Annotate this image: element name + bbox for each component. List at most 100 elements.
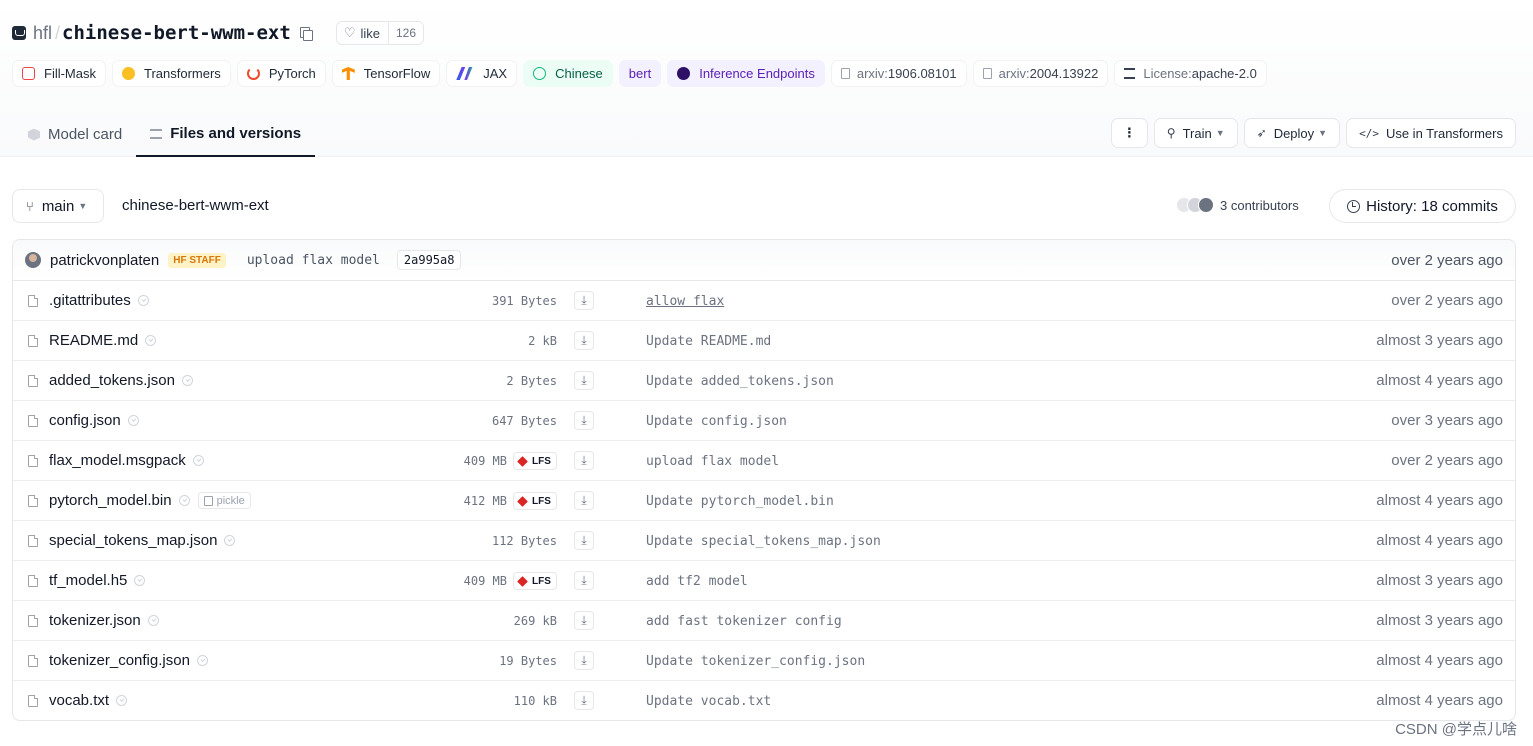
tag-arxiv-2[interactable]: arxiv: 2004.13922 xyxy=(972,60,1109,87)
safe-check-icon[interactable] xyxy=(224,535,236,546)
download-icon[interactable]: ⤓ xyxy=(574,331,594,350)
file-name[interactable]: added_tokens.json xyxy=(49,372,175,389)
copy-icon[interactable] xyxy=(299,26,313,41)
safe-check-icon[interactable] xyxy=(134,575,146,586)
file-commit-message[interactable]: add tf2 model xyxy=(646,574,748,589)
tag-arxiv-1[interactable]: arxiv: 1906.08101 xyxy=(830,60,967,87)
train-button[interactable]: ⚲ Train ▼ xyxy=(1153,118,1238,148)
cube-icon xyxy=(28,128,40,141)
file-name[interactable]: tokenizer_config.json xyxy=(49,652,190,669)
file-name[interactable]: pytorch_model.bin xyxy=(49,492,172,509)
file-row: tokenizer_config.json 19 Bytes ⤓ Update tok… xyxy=(13,641,1515,681)
like-count[interactable]: 126 xyxy=(387,22,424,44)
bank-icon xyxy=(1124,68,1136,79)
safe-check-icon[interactable] xyxy=(181,375,193,386)
download-icon[interactable]: ⤓ xyxy=(574,611,594,630)
tag-transformers[interactable]: Transformers xyxy=(112,60,231,87)
repo-name[interactable]: chinese-bert-wwm-ext xyxy=(62,22,291,44)
branch-selector[interactable]: ⑂ main ▼ xyxy=(12,189,104,223)
tag-jax[interactable]: JAX xyxy=(446,60,518,87)
file-name-wrap: tf_model.h5 xyxy=(49,572,146,589)
file-name[interactable]: config.json xyxy=(49,412,121,429)
safe-check-icon[interactable] xyxy=(178,495,190,506)
file-name[interactable]: flax_model.msgpack xyxy=(49,452,186,469)
fill-mask-icon xyxy=(22,67,35,80)
history-button[interactable]: History: 18 commits xyxy=(1329,189,1516,223)
file-name[interactable]: tf_model.h5 xyxy=(49,572,127,589)
commit-author[interactable]: patrickvonplaten xyxy=(50,252,159,269)
tag-fill-mask[interactable]: Fill-Mask xyxy=(12,60,106,87)
file-commit-message[interactable]: Update tokenizer_config.json xyxy=(646,654,865,669)
more-options-button[interactable]: ⋮ xyxy=(1110,118,1148,148)
download-icon[interactable]: ⤓ xyxy=(574,571,594,590)
safe-check-icon[interactable] xyxy=(147,615,159,626)
safe-check-icon[interactable] xyxy=(145,335,157,346)
repo-tabs: Model card Files and versions xyxy=(14,112,316,157)
tag-pytorch[interactable]: PyTorch xyxy=(236,60,326,87)
file-name[interactable]: vocab.txt xyxy=(49,692,109,709)
file-row: config.json 647 Bytes ⤓ Update config.json o… xyxy=(13,401,1515,441)
download-icon[interactable]: ⤓ xyxy=(574,451,594,470)
tag-tensorflow[interactable]: TensorFlow xyxy=(331,60,441,87)
paper-icon xyxy=(982,68,992,79)
contributor-avatars xyxy=(1176,197,1214,213)
watermark: CSDN @学点儿啥 xyxy=(1395,721,1517,738)
breadcrumb[interactable]: chinese-bert-wwm-ext xyxy=(122,197,269,214)
file-date: almost 4 years ago xyxy=(1376,492,1503,509)
download-icon[interactable]: ⤓ xyxy=(574,291,594,310)
safe-check-icon[interactable] xyxy=(192,455,204,466)
file-name[interactable]: README.md xyxy=(49,332,138,349)
download-icon[interactable]: ⤓ xyxy=(574,491,594,510)
download-icon[interactable]: ⤓ xyxy=(574,411,594,430)
tag-bert[interactable]: bert xyxy=(618,60,662,87)
tag-chinese[interactable]: Chinese xyxy=(523,60,613,87)
repo-owner[interactable]: hfl xyxy=(33,23,52,44)
commit-hash[interactable]: 2a995a8 xyxy=(396,250,462,270)
tag-inference-endpoints[interactable]: Inference Endpoints xyxy=(667,60,825,87)
file-commit-message[interactable]: Update special_tokens_map.json xyxy=(646,534,881,549)
file-commit-message[interactable]: upload flax model xyxy=(646,454,779,469)
file-icon xyxy=(28,375,38,387)
inference-icon xyxy=(677,67,691,80)
file-commit-message[interactable]: Update pytorch_model.bin xyxy=(646,494,834,509)
tab-files-and-versions[interactable]: Files and versions xyxy=(136,112,316,157)
commit-message[interactable]: upload flax model xyxy=(247,253,380,268)
tab-label: Model card xyxy=(48,126,123,143)
file-name[interactable]: special_tokens_map.json xyxy=(49,532,217,549)
contributors[interactable]: 3 contributors xyxy=(1176,197,1299,213)
file-commit-message[interactable]: Update vocab.txt xyxy=(646,694,771,709)
like-label-wrap[interactable]: ♡ like xyxy=(337,22,388,44)
avatar[interactable] xyxy=(25,252,41,268)
file-name[interactable]: tokenizer.json xyxy=(49,612,141,629)
file-commit-message[interactable]: Update added_tokens.json xyxy=(646,374,834,389)
file-name[interactable]: .gitattributes xyxy=(49,292,131,309)
file-commit-message[interactable]: Update README.md xyxy=(646,334,771,349)
file-commit-message[interactable]: allow flax xyxy=(646,294,724,309)
use-in-transformers-button[interactable]: </> Use in Transformers xyxy=(1346,118,1516,148)
download-icon[interactable]: ⤓ xyxy=(574,531,594,550)
organization-avatar-icon[interactable] xyxy=(12,26,26,40)
safe-check-icon[interactable] xyxy=(196,655,208,666)
file-name-wrap: .gitattributes xyxy=(49,292,149,309)
file-size: 110 kB xyxy=(513,694,557,708)
rocket-icon: ➶ xyxy=(1256,126,1267,140)
download-icon[interactable]: ⤓ xyxy=(574,651,594,670)
safe-check-icon[interactable] xyxy=(137,295,149,306)
file-commit-message[interactable]: add fast tokenizer config xyxy=(646,614,842,629)
lfs-badge[interactable]: LFS xyxy=(513,492,557,510)
lfs-badge[interactable]: LFS xyxy=(513,572,557,590)
file-date: over 2 years ago xyxy=(1391,292,1503,309)
deploy-button[interactable]: ➶ Deploy ▼ xyxy=(1243,118,1341,148)
download-icon[interactable]: ⤓ xyxy=(574,691,594,710)
safe-check-icon[interactable] xyxy=(127,415,139,426)
file-commit-message[interactable]: Update config.json xyxy=(646,414,787,429)
pickle-badge[interactable]: pickle xyxy=(197,492,251,509)
tag-license[interactable]: License: apache-2.0 xyxy=(1114,60,1267,87)
lfs-badge[interactable]: LFS xyxy=(513,452,557,470)
download-icon[interactable]: ⤓ xyxy=(574,371,594,390)
tab-model-card[interactable]: Model card xyxy=(14,112,136,157)
tensorflow-icon xyxy=(341,67,355,80)
safe-check-icon[interactable] xyxy=(116,695,128,706)
like-button[interactable]: ♡ like 126 xyxy=(335,21,425,45)
file-date: over 3 years ago xyxy=(1391,412,1503,429)
